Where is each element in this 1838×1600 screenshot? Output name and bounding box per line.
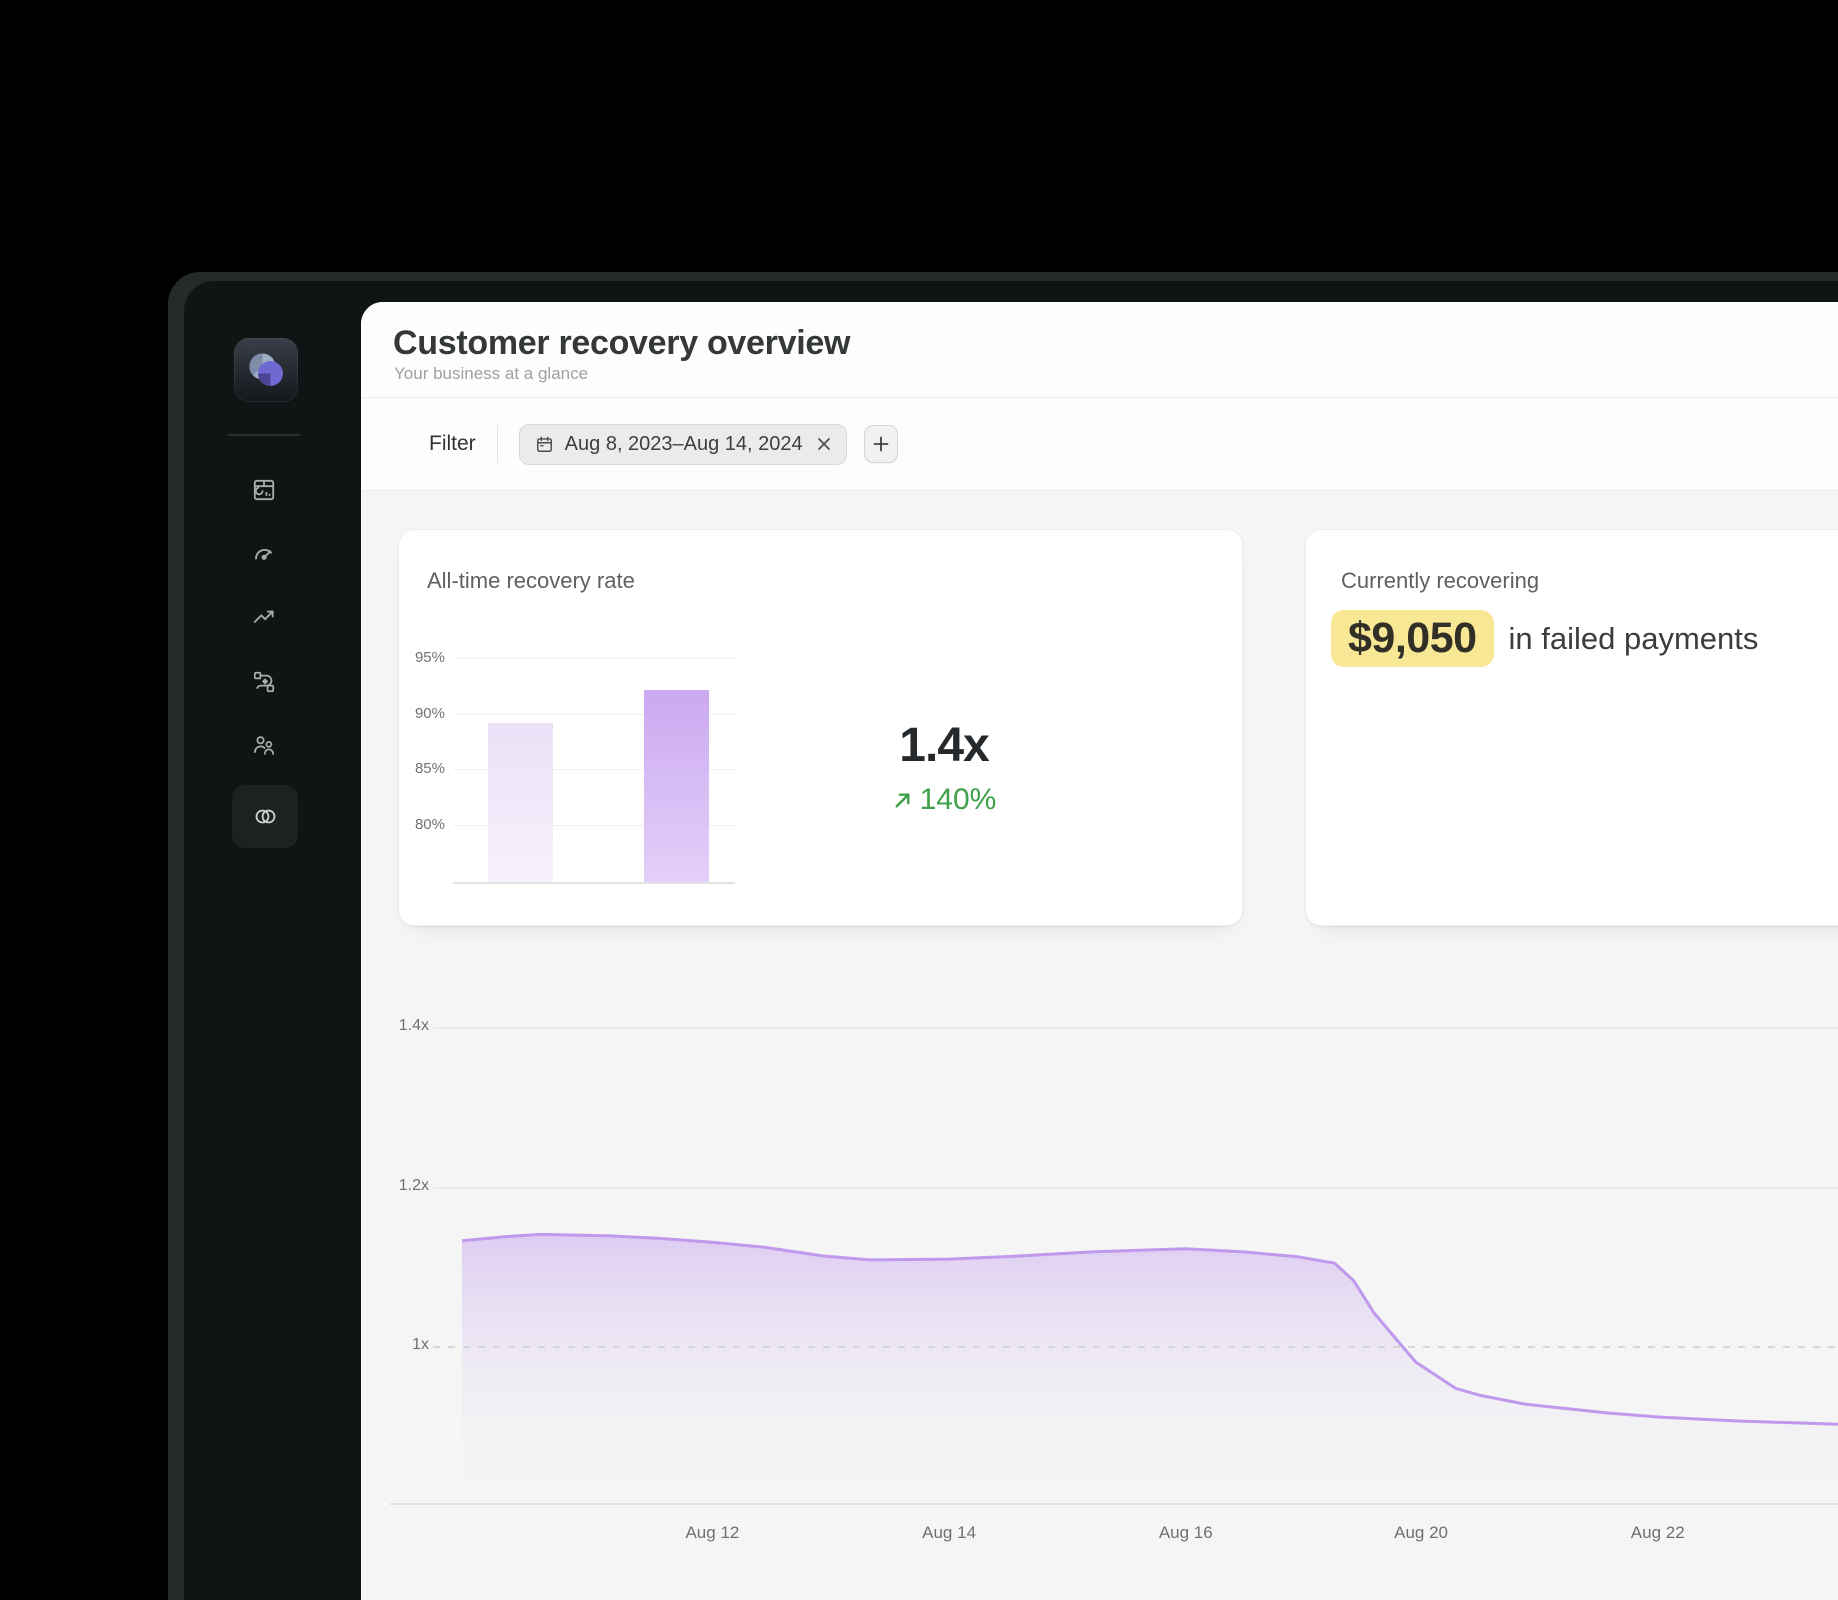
recovery-rate-stat-change: 140% <box>779 783 1109 817</box>
x-axis-tick-label: Aug 12 <box>667 1523 757 1543</box>
mini-baseline <box>453 882 735 884</box>
date-range-chip[interactable]: Aug 8, 2023–Aug 14, 2024 <box>519 424 847 465</box>
dashboard-icon <box>251 477 277 503</box>
remove-date-filter-button[interactable] <box>817 437 831 451</box>
x-axis-tick-label: Aug 20 <box>1376 1523 1466 1543</box>
sidebar-item-overview[interactable] <box>244 470 284 510</box>
x-axis-tick-label: Aug 22 <box>1613 1523 1703 1543</box>
mini-ytick-label: 85% <box>399 760 445 777</box>
recovery-rate-stat-change-value: 140% <box>920 783 997 817</box>
plus-icon <box>873 436 889 452</box>
date-range-value: Aug 8, 2023–Aug 14, 2024 <box>565 433 803 456</box>
workflow-icon <box>251 669 277 695</box>
page-header: Customer recovery overview Your business… <box>361 302 1838 398</box>
sidebar-item-trends[interactable] <box>244 597 284 637</box>
mini-ytick-label: 95% <box>399 649 445 666</box>
amount-highlight: $9,050 <box>1331 610 1494 667</box>
y-axis-tick-label: 1.4x <box>369 1017 429 1035</box>
currently-recovering-amount-row: $9,050 in failed payments <box>1331 610 1758 667</box>
x-axis-line <box>390 1503 1838 1505</box>
overlapping-circles-icon <box>252 803 279 830</box>
y-axis-tick-label: 1x <box>369 1336 429 1354</box>
area-chart-plot <box>462 1200 1838 1503</box>
sidebar-item-recovery[interactable] <box>232 785 298 848</box>
close-icon <box>817 437 831 451</box>
screen: Customer recovery overview Your business… <box>0 0 1838 1600</box>
currently-recovering-card: Currently recovering $9,050 in failed pa… <box>1305 529 1838 926</box>
x-axis-tick-label: Aug 16 <box>1141 1523 1231 1543</box>
recovery-rate-stat: 1.4x 140% <box>779 718 1109 817</box>
mini-ytick-label: 80% <box>399 816 445 833</box>
area-fill <box>462 1234 1838 1503</box>
gridline-dashed-1x <box>433 1346 1838 1348</box>
trend-up-icon <box>251 604 277 630</box>
filter-button-label: Filter <box>429 432 476 456</box>
add-filter-button[interactable] <box>864 425 898 463</box>
amount-suffix: in failed payments <box>1509 621 1759 657</box>
gauge-icon <box>251 541 277 567</box>
y-axis-tick-label: 1.2x <box>369 1177 429 1195</box>
main-panel: Customer recovery overview Your business… <box>361 302 1838 1600</box>
funnel-icon <box>398 434 418 454</box>
sidebar-item-customers[interactable] <box>244 725 284 765</box>
users-icon <box>251 732 277 758</box>
mini-ytick-label: 90% <box>399 705 445 722</box>
page-title: Customer recovery overview <box>393 324 850 363</box>
gridline <box>433 1187 1838 1189</box>
amount-value: $9,050 <box>1348 614 1477 663</box>
calendar-icon <box>535 435 554 454</box>
filter-bar: Filter Aug 8, 2023–Aug 14, 2024 <box>361 398 1838 491</box>
page-subtitle: Your business at a glance <box>394 364 588 384</box>
recovery-rate-bar <box>488 723 553 882</box>
app-logo <box>234 338 298 402</box>
gridline <box>433 1027 1838 1029</box>
sidebar-item-automations[interactable] <box>244 662 284 702</box>
arrow-up-right-icon <box>892 790 913 811</box>
recovery-rate-stat-value: 1.4x <box>779 718 1109 773</box>
recovery-rate-bar <box>644 690 709 882</box>
mini-gridline <box>453 658 735 659</box>
x-axis-tick-label: Aug 14 <box>904 1523 994 1543</box>
sidebar-item-performance[interactable] <box>244 534 284 574</box>
currently-recovering-card-title: Currently recovering <box>1341 568 1539 594</box>
sidebar-divider <box>228 434 300 436</box>
filter-divider <box>497 425 498 463</box>
recovery-rate-card: All-time recovery rate 95%90%85%80% 1.4x… <box>398 529 1243 926</box>
sidebar <box>184 281 361 1600</box>
filter-button[interactable]: Filter <box>398 432 476 456</box>
